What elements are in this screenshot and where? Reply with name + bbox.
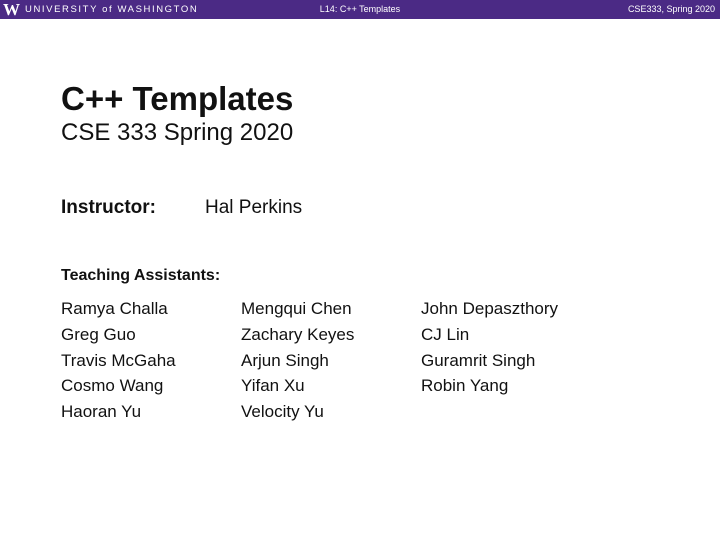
ta-name: Travis McGaha (61, 350, 176, 370)
ta-name: CJ Lin (421, 324, 470, 344)
course-label: CSE333, Spring 2020 (627, 4, 715, 14)
ta-name: Arjun Singh (241, 350, 329, 370)
ta-name: Cosmo Wang (61, 376, 164, 396)
slide-subtitle: CSE 333 Spring 2020 (61, 119, 294, 146)
ta-name: John Depaszthory (421, 299, 559, 318)
ta-name: Zachary Keyes (241, 324, 355, 344)
ta-name: Velocity Yu (241, 402, 324, 422)
ta-name: Robin Yang (421, 376, 509, 396)
header-bar: W UNIVERSITY of WASHINGTON L14: C++ Temp… (0, 0, 720, 19)
ta-name: Haoran Yu (61, 402, 142, 422)
instructor-name: Hal Perkins (205, 197, 303, 218)
ta-name: Yifan Xu (241, 376, 305, 396)
ta-column-1: Ramya Challa Greg Guo Travis McGaha Cosm… (61, 296, 176, 425)
ta-column-2: Mengqui Chen Zachary Keyes Arjun Singh Y… (241, 296, 354, 425)
ta-name: Ramya Challa (61, 299, 168, 318)
ta-name: Mengqui Chen (241, 299, 352, 318)
instructor-label: Instructor: (61, 197, 156, 218)
lecture-title: L14: C++ Templates (319, 4, 401, 14)
ta-column-3: John Depaszthory CJ Lin Guramrit Singh R… (421, 296, 558, 399)
ta-label: Teaching Assistants: (61, 267, 221, 284)
slide-title: C++ Templates (61, 80, 294, 117)
ta-name: Greg Guo (61, 324, 136, 344)
ta-name: Guramrit Singh (421, 350, 536, 370)
